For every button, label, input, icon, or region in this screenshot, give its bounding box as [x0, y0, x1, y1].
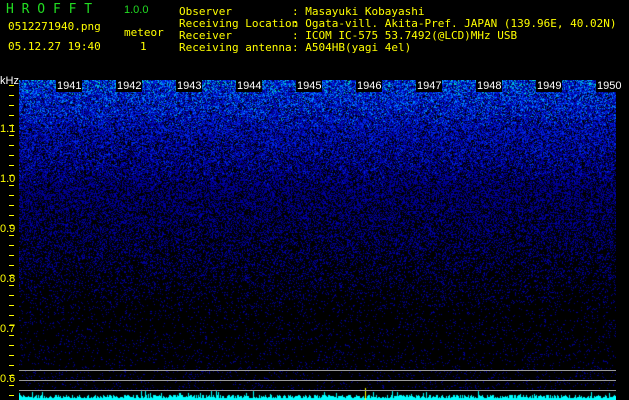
axis-tick	[9, 295, 14, 296]
frequency-tick-label: 1.1	[0, 123, 16, 135]
time-label: 1947	[416, 80, 443, 92]
reference-line	[19, 370, 616, 371]
unit-label: kHz	[0, 75, 19, 87]
time-label: 1942	[116, 80, 143, 92]
axis-tick	[9, 285, 14, 286]
axis-tick	[9, 155, 14, 156]
info-label: Receiving antenna	[179, 41, 292, 54]
axis-tick	[9, 205, 14, 206]
time-label: 1949	[536, 80, 563, 92]
axis-tick	[9, 385, 14, 386]
axis-tick	[9, 85, 14, 86]
app-version: 1.0.0	[124, 4, 149, 16]
time-label: 1950	[596, 80, 623, 92]
axis-tick	[9, 255, 14, 256]
app-title: H R O F F T	[6, 2, 93, 17]
axis-tick	[9, 115, 14, 116]
axis-tick	[9, 305, 14, 306]
axis-tick	[9, 315, 14, 316]
frequency-tick-label: 0.8	[0, 273, 16, 285]
frequency-tick-label: 0.6	[0, 373, 16, 385]
spectrogram-canvas	[19, 80, 616, 400]
time-label: 1945	[296, 80, 323, 92]
axis-tick	[9, 335, 14, 336]
axis-tick	[9, 395, 14, 396]
reference-line	[19, 390, 616, 391]
axis-tick	[9, 95, 14, 96]
time-label: 1943	[176, 80, 203, 92]
time-label: 1941	[56, 80, 83, 92]
frequency-tick-label: 0.7	[0, 323, 16, 335]
axis-tick	[9, 185, 14, 186]
meteor-count: 1	[140, 40, 147, 53]
axis-tick	[9, 345, 14, 346]
time-label: 1944	[236, 80, 263, 92]
axis-tick	[9, 245, 14, 246]
time-label: 1948	[476, 80, 503, 92]
axis-tick	[9, 365, 14, 366]
file-datetime: 05.12.27 19:40	[8, 40, 101, 53]
axis-tick	[9, 145, 14, 146]
axis-tick	[9, 165, 14, 166]
axis-tick	[9, 215, 14, 216]
frequency-tick-label: 1.0	[0, 173, 16, 185]
info-value: : A504HB(yagi 4el)	[292, 41, 412, 54]
axis-tick	[9, 105, 14, 106]
axis-tick	[9, 195, 14, 196]
reference-line	[19, 380, 616, 381]
axis-tick	[9, 355, 14, 356]
axis-tick	[9, 135, 14, 136]
meteor-label: meteor	[124, 26, 164, 39]
time-label: 1946	[356, 80, 383, 92]
frequency-tick-label: 0.9	[0, 223, 16, 235]
axis-tick	[9, 235, 14, 236]
axis-tick	[9, 265, 14, 266]
file-name: 0512271940.png	[8, 20, 101, 33]
